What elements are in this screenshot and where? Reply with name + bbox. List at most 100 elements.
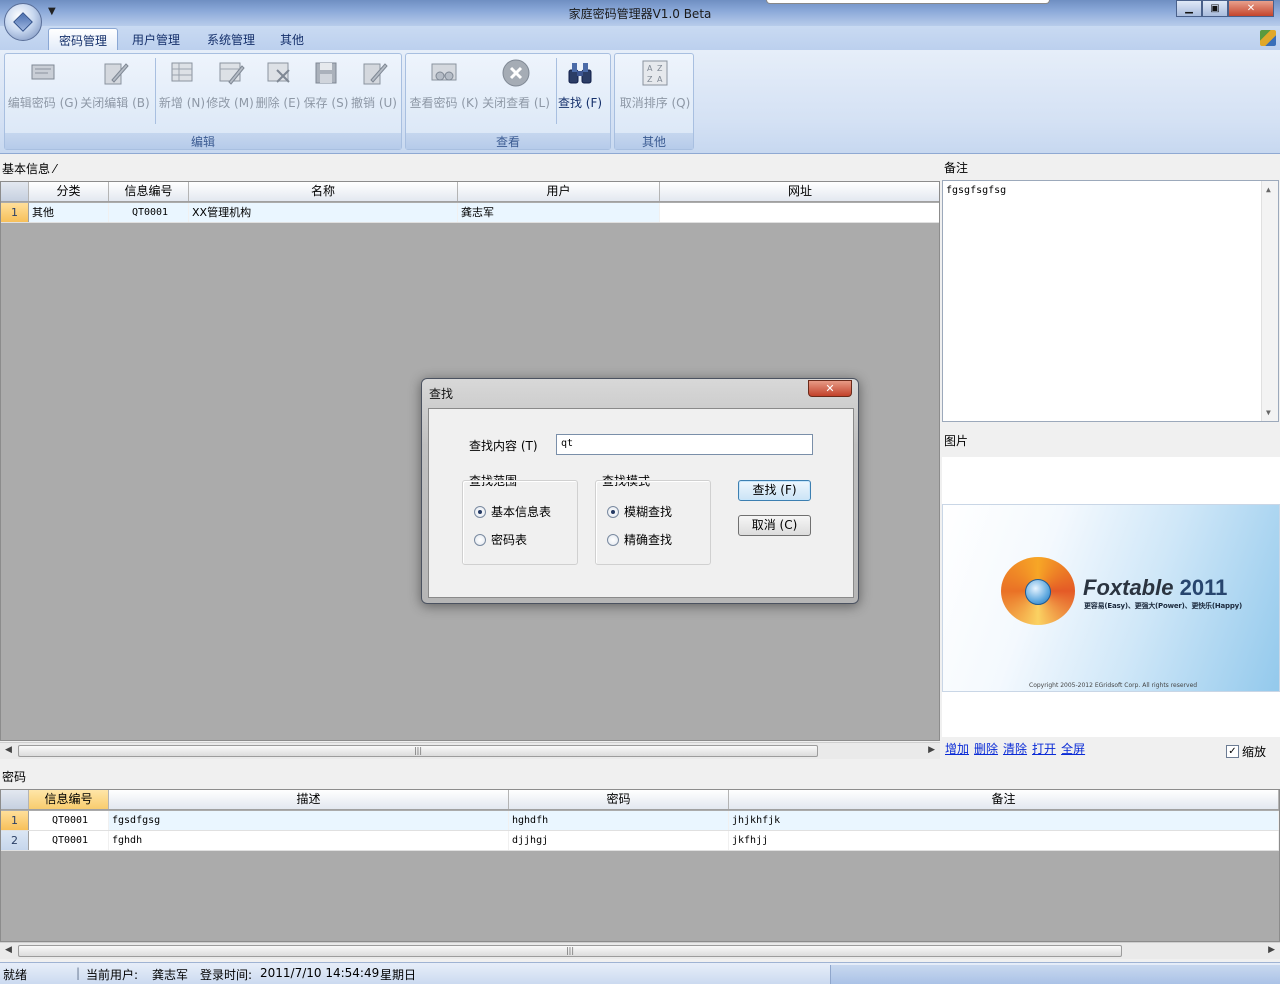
status-progress-area <box>830 965 1280 984</box>
ribbon-tab-bar: 密码管理 用户管理 系统管理 其他 <box>0 26 1280 50</box>
scroll-right-icon[interactable]: ▶ <box>1268 945 1275 955</box>
app-menu-button[interactable] <box>4 3 42 41</box>
cell-id[interactable]: QT0001 <box>29 831 109 850</box>
close-icon: ✕ <box>825 382 835 395</box>
col-header-id[interactable]: 信息编号 <box>109 182 189 201</box>
grid-corner[interactable] <box>1 790 29 809</box>
svg-text:A: A <box>657 75 663 84</box>
scroll-thumb[interactable]: ||| <box>18 945 1122 957</box>
scope-option-password[interactable]: 密码表 <box>474 531 527 548</box>
cell-id[interactable]: QT0001 <box>29 811 109 830</box>
close-edit-button[interactable]: 关闭编辑 (B) <box>79 56 151 112</box>
status-ready: 就绪 <box>3 968 28 982</box>
close-view-icon <box>502 59 530 87</box>
delete-picture-link[interactable]: 删除 <box>974 740 998 757</box>
radio-icon[interactable] <box>474 533 486 546</box>
scroll-right-icon[interactable]: ▶ <box>928 745 935 755</box>
table-row[interactable]: 2 QT0001 fghdh djjhgj jkfhjj <box>1 831 1279 851</box>
col-header-id[interactable]: 信息编号 <box>29 790 109 809</box>
notes-textarea[interactable]: fgsgfsgfsg ▲ ▼ <box>942 180 1279 422</box>
cell-description[interactable]: fghdh <box>109 831 509 850</box>
view-password-button[interactable]: 查看密码 (K) <box>408 56 480 112</box>
tab-other[interactable]: 其他 <box>270 28 314 50</box>
cell-url[interactable] <box>660 203 939 222</box>
scroll-down-icon[interactable]: ▼ <box>1266 408 1271 417</box>
cell-password[interactable]: hghdfh <box>509 811 729 830</box>
table-row[interactable]: 1 QT0001 fgsdfgsg hghdfh jhjkhfjk <box>1 811 1279 831</box>
cell-note[interactable]: jkfhjj <box>729 831 1279 850</box>
edit-password-icon <box>31 64 55 80</box>
cell-id[interactable]: QT0001 <box>109 203 189 222</box>
maximize-button[interactable]: ▣ <box>1202 0 1228 17</box>
cancel-sort-button[interactable]: AZZA 取消排序 (Q) <box>619 56 691 112</box>
scroll-thumb[interactable]: ||| <box>18 745 818 757</box>
basic-info-hscrollbar[interactable]: ◀ ||| ▶ <box>0 742 940 759</box>
dialog-cancel-button[interactable]: 取消 (C) <box>738 515 811 536</box>
cell-description[interactable]: fgsdfgsg <box>109 811 509 830</box>
dialog-close-button[interactable]: ✕ <box>808 380 852 397</box>
cell-user[interactable]: 龚志军 <box>458 203 660 222</box>
undo-button[interactable]: 撤销 (U) <box>343 56 405 112</box>
status-divider: | <box>76 966 81 980</box>
minimize-button[interactable]: ▁ <box>1176 0 1202 17</box>
col-header-description[interactable]: 描述 <box>109 790 509 809</box>
radio-icon[interactable] <box>474 505 486 518</box>
find-content-input[interactable]: qt <box>556 434 813 455</box>
checkmark-icon[interactable]: ✓ <box>1226 745 1239 758</box>
scroll-left-icon[interactable]: ◀ <box>5 945 12 955</box>
picture-caption: 图片 <box>944 434 969 448</box>
edit-password-button[interactable]: 编辑密码 (G) <box>7 56 79 112</box>
row-header[interactable]: 2 <box>1 831 29 850</box>
ribbon: 编辑密码 (G) 关闭编辑 (B) 新增 (N) 修改 (M) 删除 (E) 保… <box>0 50 1280 154</box>
cell-note[interactable]: jhjkhfjk <box>729 811 1279 830</box>
status-weekday: 星期日 <box>380 968 417 982</box>
tab-user-management[interactable]: 用户管理 <box>122 28 190 50</box>
find-button[interactable]: 查找 (F) <box>550 56 610 112</box>
cell-password[interactable]: djjhgj <box>509 831 729 850</box>
open-picture-link[interactable]: 打开 <box>1032 740 1056 757</box>
password-hscrollbar[interactable]: ◀ ||| ▶ <box>0 942 1280 959</box>
status-user-label: 当前用户: <box>86 968 139 982</box>
dialog-body: 查找内容 (T) qt 查找范围 基本信息表 密码表 查找模式 模糊查找 精确查… <box>428 408 854 598</box>
picture-links: 增加 删除 清除 打开 全屏 <box>945 740 1085 757</box>
zoom-checkbox[interactable]: ✓ 缩放 <box>1226 743 1266 760</box>
row-header[interactable]: 1 <box>1 203 29 222</box>
add-picture-link[interactable]: 增加 <box>945 740 969 757</box>
row-header[interactable]: 1 <box>1 811 29 830</box>
close-view-button[interactable]: 关闭查看 (L) <box>480 56 552 112</box>
col-header-user[interactable]: 用户 <box>458 182 660 201</box>
table-row[interactable]: 1 其他 QT0001 XX管理机构 龚志军 <box>1 203 939 223</box>
scroll-left-icon[interactable]: ◀ <box>5 745 12 755</box>
clear-picture-link[interactable]: 清除 <box>1003 740 1027 757</box>
col-header-url[interactable]: 网址 <box>660 182 939 201</box>
scroll-up-icon[interactable]: ▲ <box>1266 185 1271 194</box>
help-icon[interactable] <box>1260 30 1276 46</box>
col-header-category[interactable]: 分类 <box>29 182 109 201</box>
undo-icon <box>363 63 388 85</box>
logo-slogan: 更容易(Easy)、更强大(Power)、更快乐(Happy) <box>1084 602 1243 610</box>
col-header-note[interactable]: 备注 <box>729 790 1279 809</box>
mode-option-exact[interactable]: 精确查找 <box>607 531 672 548</box>
col-header-name[interactable]: 名称 <box>189 182 458 201</box>
tab-system-management[interactable]: 系统管理 <box>197 28 265 50</box>
fullscreen-picture-link[interactable]: 全屏 <box>1061 740 1085 757</box>
cell-category[interactable]: 其他 <box>29 203 109 222</box>
notes-text[interactable]: fgsgfsgfsg <box>946 185 1006 196</box>
radio-icon[interactable] <box>607 533 619 546</box>
col-header-password[interactable]: 密码 <box>509 790 729 809</box>
picture-area[interactable]: Foxtable 2011 更容易(Easy)、更强大(Power)、更快乐(H… <box>942 457 1280 737</box>
scope-option-basic[interactable]: 基本信息表 <box>474 503 551 520</box>
radio-icon[interactable] <box>607 505 619 518</box>
sort-icon: A ZZ A <box>642 60 668 86</box>
mode-option-fuzzy[interactable]: 模糊查找 <box>607 503 672 520</box>
notes-vscrollbar[interactable]: ▲ ▼ <box>1261 181 1278 421</box>
password-caption: 密码 <box>2 770 27 784</box>
close-button[interactable]: ✕ <box>1228 0 1274 17</box>
cell-name[interactable]: XX管理机构 <box>189 203 458 222</box>
password-grid[interactable]: 信息编号 描述 密码 备注 1 QT0001 fgsdfgsg hghdfh j… <box>0 789 1280 942</box>
tab-password-management[interactable]: 密码管理 <box>48 28 119 50</box>
find-dialog: 查找 ✕ 查找内容 (T) qt 查找范围 基本信息表 密码表 查找模式 模糊查… <box>421 378 859 604</box>
grid-corner[interactable] <box>1 182 29 201</box>
dialog-find-button[interactable]: 查找 (F) <box>738 480 811 501</box>
logo-copyright: Copyright 2005-2012 EGridsoft Corp. All … <box>1029 682 1198 689</box>
